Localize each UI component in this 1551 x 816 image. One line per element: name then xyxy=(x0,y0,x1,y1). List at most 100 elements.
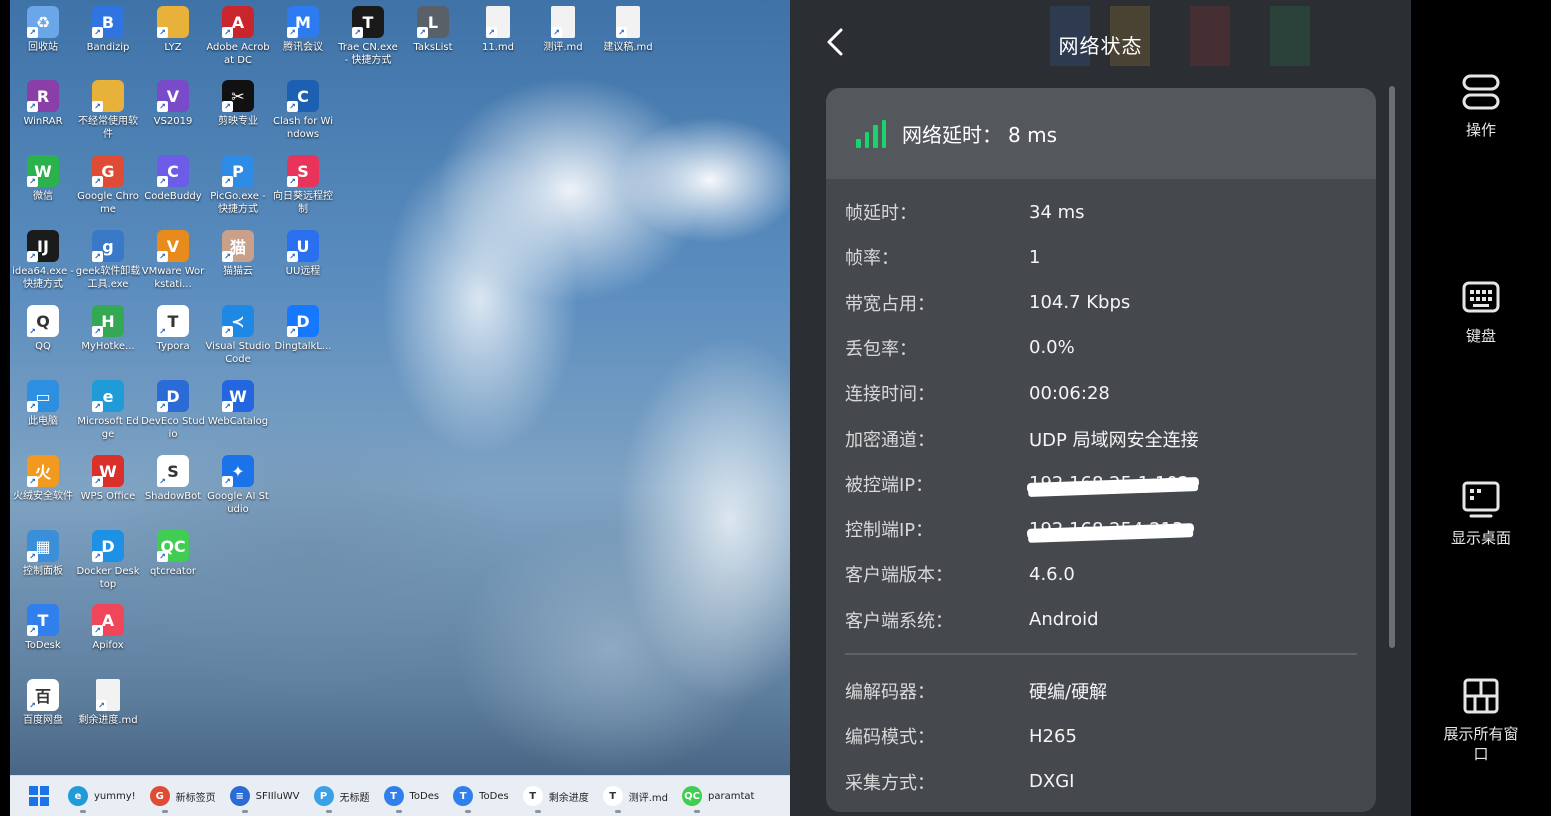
desktop-shortcut-label: QQ xyxy=(35,341,51,352)
desktop-shortcut[interactable]: W ↗ 微信 xyxy=(10,155,76,203)
desktop-shortcut[interactable]: B ↗ Bandizip xyxy=(75,6,141,54)
remote-desktop-view[interactable]: ♻ ↗ 回收站 B ↗ Bandizip ↗ LYZ A ↗ Adobe Acrobat DC M ↗ 腾… xyxy=(10,0,790,816)
status-key: 加密通道： xyxy=(845,429,935,451)
desktop-icon xyxy=(1461,480,1501,520)
keyboard-button[interactable]: 键盘 xyxy=(1411,278,1551,346)
desktop-shortcut[interactable]: QC ↗ qtcreator xyxy=(140,530,206,578)
taskbar-item[interactable]: P 无标题 xyxy=(308,776,378,816)
desktop-shortcut[interactable]: ♻ ↗ 回收站 xyxy=(10,6,76,54)
desktop-shortcut[interactable]: ≺ ↗ Visual Studio Code xyxy=(205,305,271,366)
taskbar-item[interactable]: e yummy! xyxy=(62,776,144,816)
desktop-shortcut[interactable]: ✦ ↗ Google AI Studio xyxy=(205,455,271,516)
desktop-shortcut[interactable]: D ↗ DingtalkL... xyxy=(270,305,336,353)
desktop-shortcut[interactable]: V ↗ VMware Workstati... xyxy=(140,230,206,291)
this-pc-icon: ▭ ↗ xyxy=(27,380,59,412)
taskbar-items: e yummy! G 新标签页 ≡ SFIIluWV P 无标题 T ToDes T ToDes T 剩余… xyxy=(62,776,762,816)
shortcut-arrow-icon: ↗ xyxy=(222,401,233,412)
baidu-netdisk-icon: 百 ↗ xyxy=(27,679,59,711)
desktop-shortcut[interactable]: A ↗ Adobe Acrobat DC xyxy=(205,6,271,67)
taskbar-item-label: 测评.md xyxy=(628,792,668,804)
status-row: 丢包率： 0.0% xyxy=(845,328,1365,368)
desktop-shortcut[interactable]: ✂ ↗ 剪映专业 xyxy=(205,80,271,128)
taskbar-item[interactable]: QC paramtat xyxy=(676,776,762,816)
desktop-shortcut[interactable]: ↗ LYZ xyxy=(140,6,206,54)
desktop-shortcut[interactable]: U ↗ UU远程 xyxy=(270,230,336,278)
desktop-shortcut[interactable]: V ↗ VS2019 xyxy=(140,80,206,128)
taskbar-item[interactable]: T 剩余进度 xyxy=(517,776,597,816)
desktop-shortcut[interactable]: R ↗ WinRAR xyxy=(10,80,76,128)
desktop-shortcut[interactable]: ↗ 不经常使用软件 xyxy=(75,80,141,141)
uu-remote-icon: U ↗ xyxy=(287,230,319,262)
desktop-shortcut[interactable]: ↗ 11.md xyxy=(465,6,531,54)
show-desktop-button[interactable]: 显示桌面 xyxy=(1411,480,1551,548)
desktop-shortcut[interactable]: T ↗ Typora xyxy=(140,305,206,353)
status-value: 1 xyxy=(1029,246,1041,268)
desktop-shortcut-label: qtcreator xyxy=(149,566,197,577)
desktop-shortcut[interactable]: W ↗ WPS Office xyxy=(75,455,141,503)
status-row: 帧率： 1 xyxy=(845,237,1365,277)
desktop-shortcut-label: TaksList xyxy=(413,42,453,53)
taskbar-item-label: 新标签页 xyxy=(175,792,216,804)
taskbar-item[interactable]: T ToDes xyxy=(447,776,517,816)
operate-button[interactable]: 操作 xyxy=(1411,72,1551,140)
desktop-shortcut-label: DevEco Studio xyxy=(141,416,205,440)
desktop-shortcut[interactable]: 猫 ↗ 猫猫云 xyxy=(205,230,271,278)
desktop-shortcut-label: Clash for Windows xyxy=(273,116,333,140)
huorong-icon: 火 ↗ xyxy=(27,455,59,487)
desktop-shortcut-label: 火绒安全软件 xyxy=(13,491,73,502)
taskbar-item[interactable]: T ToDes xyxy=(378,776,448,816)
status-key: 帧率： xyxy=(845,248,899,270)
shortcut-arrow-icon: ↗ xyxy=(157,251,168,262)
desktop-shortcut[interactable]: Q ↗ QQ xyxy=(10,305,76,353)
taskbar-item-label: 无标题 xyxy=(339,792,370,804)
webcatalog-icon: W ↗ xyxy=(222,380,254,412)
desktop-shortcut[interactable]: L ↗ TaksList xyxy=(400,6,466,54)
taskbar-item-label: SFIIluWV xyxy=(255,790,300,802)
shortcut-arrow-icon: ↗ xyxy=(222,27,233,38)
desktop-shortcut-label: Typora xyxy=(156,341,190,352)
desktop-shortcut[interactable]: ↗ 剩余进度.md xyxy=(75,679,141,727)
desktop-shortcut[interactable]: D ↗ Docker Desktop xyxy=(75,530,141,591)
desktop-shortcut[interactable]: W ↗ WebCatalog xyxy=(205,380,271,428)
show-all-windows-button[interactable]: 展示所有窗口 xyxy=(1411,676,1551,764)
desktop-shortcut[interactable]: A ↗ Apifox xyxy=(75,604,141,652)
folder-icon: ↗ xyxy=(92,80,124,112)
desktop-shortcut-label: 回收站 xyxy=(28,42,58,53)
desktop-shortcut[interactable]: C ↗ CodeBuddy xyxy=(140,155,206,203)
desktop-shortcut[interactable]: 百 ↗ 百度网盘 xyxy=(10,679,76,727)
desktop-shortcut[interactable]: e ↗ Microsoft Edge xyxy=(75,380,141,441)
md-file-icon: ↗ xyxy=(96,679,120,711)
desktop-shortcut[interactable]: T ↗ Trae CN.exe - 快捷方式 xyxy=(335,6,401,67)
desktop-shortcut[interactable]: D ↗ DevEco Studio xyxy=(140,380,206,441)
desktop-shortcut[interactable]: ▦ ↗ 控制面板 xyxy=(10,530,76,578)
desktop-shortcut[interactable]: g ↗ geek软件卸载工具.exe xyxy=(75,230,141,291)
taskbar-item-label: yummy! xyxy=(94,790,136,802)
desktop-shortcut[interactable]: P ↗ PicGo.exe - 快捷方式 xyxy=(205,155,271,216)
desktop-shortcut[interactable]: S ↗ ShadowBot xyxy=(140,455,206,503)
status-row: 被控端IP： 192.168.25.1.102 xyxy=(845,464,1365,504)
shortcut-arrow-icon: ↗ xyxy=(157,27,168,38)
shortcut-arrow-icon: ↗ xyxy=(417,27,428,38)
desktop-shortcut-label: 腾讯会议 xyxy=(283,42,323,53)
desktop-shortcut-label: VS2019 xyxy=(153,116,193,127)
panel-header: 网络状态 xyxy=(790,0,1411,86)
start-button[interactable] xyxy=(26,776,52,816)
taskbar-item[interactable]: G 新标签页 xyxy=(144,776,224,816)
taskbar-item[interactable]: ≡ SFIIluWV xyxy=(224,776,308,816)
page-title: 网络状态 xyxy=(1058,34,1143,58)
desktop-shortcut[interactable]: M ↗ 腾讯会议 xyxy=(270,6,336,54)
chrome-icon: G xyxy=(149,786,170,806)
desktop-shortcut[interactable]: IJ ↗ idea64.exe - 快捷方式 xyxy=(10,230,76,291)
desktop-shortcut[interactable]: G ↗ Google Chrome xyxy=(75,155,141,216)
desktop-shortcut[interactable]: S ↗ 向日葵远程控制 xyxy=(270,155,336,216)
desktop-shortcut[interactable]: ▭ ↗ 此电脑 xyxy=(10,380,76,428)
taskbar-item[interactable]: T 测评.md xyxy=(597,776,676,816)
bandizip-icon: B ↗ xyxy=(92,6,124,38)
desktop-shortcut[interactable]: 火 ↗ 火绒安全软件 xyxy=(10,455,76,503)
desktop-shortcut[interactable]: ↗ 建议稿.md xyxy=(595,6,661,54)
desktop-shortcut[interactable]: H ↗ MyHotke... xyxy=(75,305,141,353)
desktop-shortcut[interactable]: T ↗ ToDesk xyxy=(10,604,76,652)
desktop-shortcut[interactable]: C ↗ Clash for Windows xyxy=(270,80,336,141)
desktop-shortcut[interactable]: ↗ 测评.md xyxy=(530,6,596,54)
panel-scrollbar[interactable] xyxy=(1389,86,1395,648)
